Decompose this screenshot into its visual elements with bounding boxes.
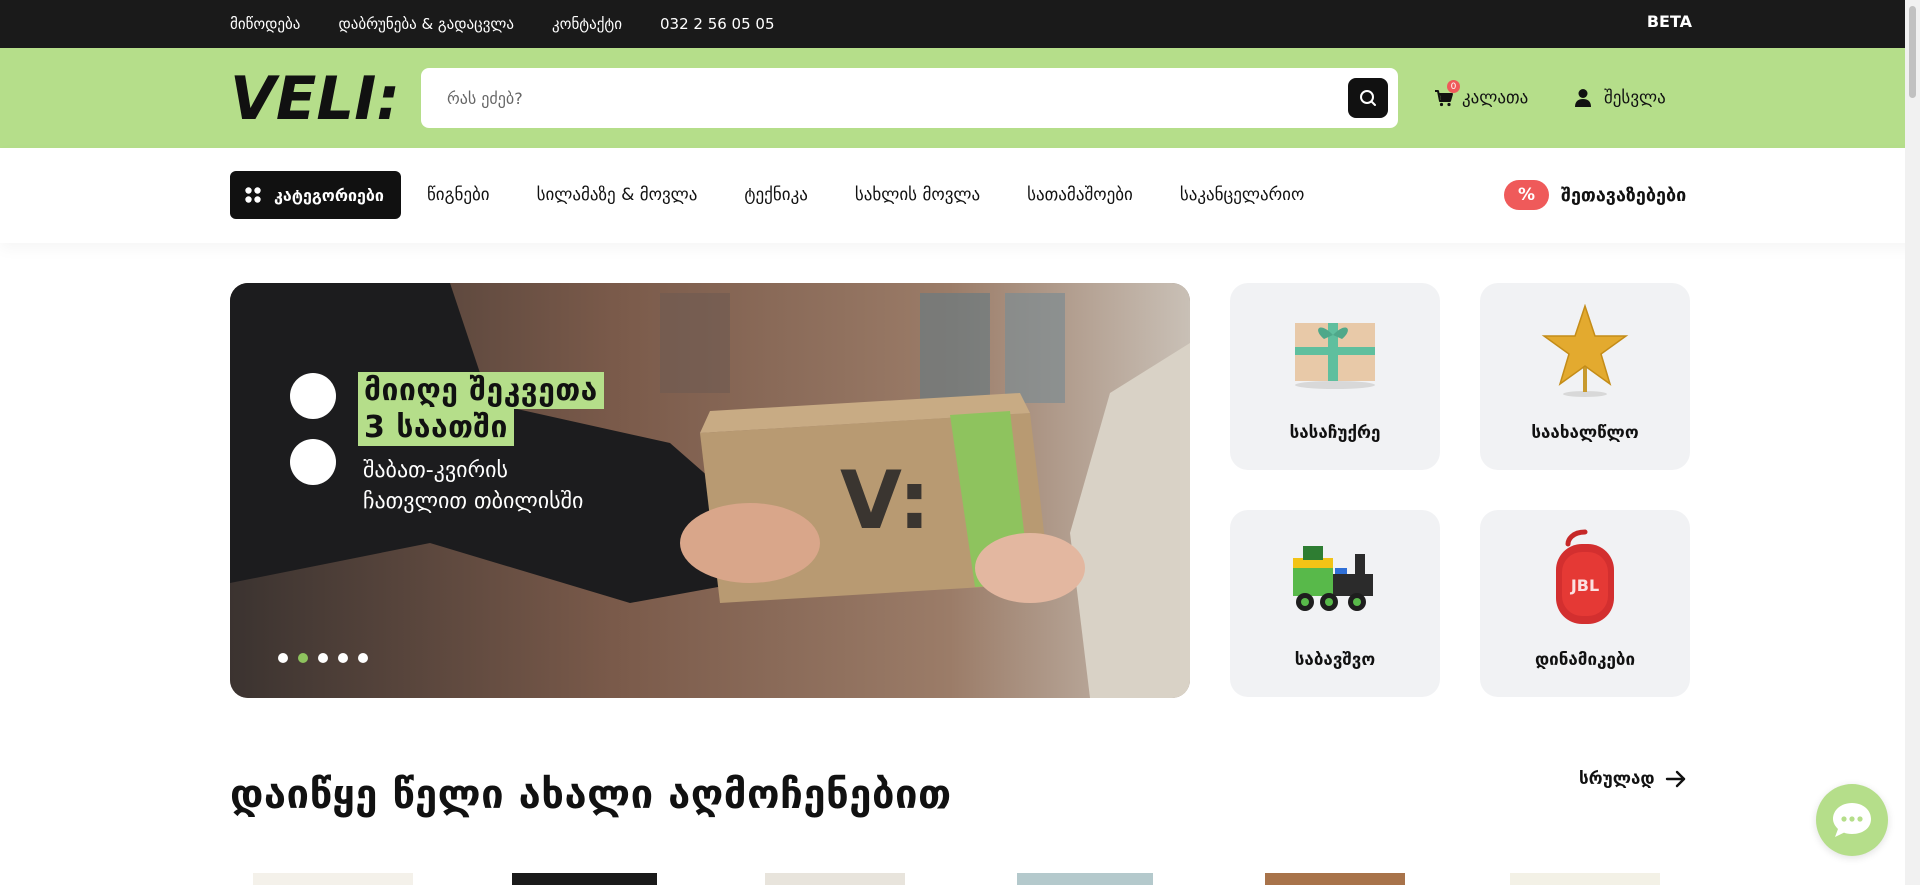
svg-text:VELI:: VELI: <box>230 70 400 126</box>
returns-link[interactable]: დაბრუნება & გადაცვლა <box>338 15 514 33</box>
hero-subtitle-line1: შაბათ-კვირის <box>363 458 508 483</box>
tile-speakers[interactable]: JBL დინამიკები <box>1480 510 1690 697</box>
nav-item-tech[interactable]: ტექნიკა <box>744 185 807 205</box>
svg-text:JBL: JBL <box>1570 576 1599 595</box>
carousel-dot-3[interactable] <box>318 653 328 663</box>
login-label: შესვლა <box>1604 88 1666 108</box>
deals-link[interactable]: % შეთავაზებები <box>1504 180 1686 210</box>
arrow-right-icon <box>1665 770 1685 788</box>
nav-item-home-care[interactable]: სახლის მოვლა <box>855 185 980 205</box>
search-input[interactable] <box>447 68 1327 128</box>
nav-item-toys[interactable]: სათამაშოები <box>1027 185 1133 205</box>
see-all-link[interactable]: სრულად <box>1579 769 1687 789</box>
categories-label: კატეგორიები <box>274 185 384 205</box>
deals-label: შეთავაზებები <box>1561 184 1687 206</box>
category-nav: კატეგორიები წიგნები სილამაზე & მოვლა ტექ… <box>0 148 1920 243</box>
tile-label: დინამიკები <box>1534 650 1636 670</box>
cart-count-badge: 0 <box>1447 80 1460 93</box>
page-scrollbar[interactable] <box>1905 0 1920 885</box>
header: VELI: 0 კალათა შესვლა <box>0 48 1920 148</box>
percent-icon: % <box>1504 180 1549 210</box>
product-card[interactable] <box>765 873 905 885</box>
user-icon <box>1575 89 1591 107</box>
tile-gifts[interactable]: სასაჩუქრე <box>1230 283 1440 470</box>
chat-bubble-icon <box>1833 803 1871 837</box>
search-bar <box>421 68 1398 128</box>
star-icon <box>1541 303 1629 397</box>
cart-label: კალათა <box>1462 88 1529 108</box>
toy-train-icon <box>1293 545 1373 611</box>
carousel-dot-5[interactable] <box>358 653 368 663</box>
hero-banner[interactable]: V: მიიღე შეკვეთა 3 საათში შაბათ-კვირის ჩ… <box>230 283 1190 698</box>
hero-headline-line1: მიიღე შეკვეთა <box>358 372 604 409</box>
tile-label: სასაჩუქრე <box>1289 423 1381 443</box>
tile-kids[interactable]: საბავშვო <box>1230 510 1440 697</box>
tile-new-year[interactable]: საახალწლო <box>1480 283 1690 470</box>
nav-item-books[interactable]: წიგნები <box>427 185 490 205</box>
svg-text:V:: V: <box>840 454 930 547</box>
see-all-label: სრულად <box>1579 769 1655 789</box>
logo[interactable]: VELI: <box>230 64 406 134</box>
tile-label: საახალწლო <box>1531 423 1639 443</box>
speaker-icon: JBL <box>1556 529 1614 624</box>
chat-button[interactable] <box>1816 784 1888 856</box>
grid-icon <box>245 187 261 203</box>
scrollbar-thumb[interactable] <box>1909 6 1916 98</box>
carousel-dot-4[interactable] <box>338 653 348 663</box>
phone-link[interactable]: 032 2 56 05 05 <box>660 15 775 33</box>
banner-dot-top <box>290 373 336 419</box>
carousel-dots <box>278 653 368 663</box>
search-button[interactable] <box>1348 78 1388 118</box>
hero-subtitle: შაბათ-კვირის ჩათვლით თბილისში <box>363 455 583 517</box>
product-card[interactable] <box>1265 873 1405 885</box>
section-title: დაიწყე წელი ახალი აღმოჩენებით <box>230 772 952 818</box>
logo-icon: VELI: <box>230 64 400 134</box>
delivery-link[interactable]: მიწოდება <box>230 15 300 33</box>
banner-dot-bottom <box>290 439 336 485</box>
search-icon <box>1360 90 1376 106</box>
cart-button[interactable]: 0 კალათა <box>1434 80 1529 112</box>
category-links: წიგნები სილამაზე & მოვლა ტექნიკა სახლის … <box>427 171 1304 219</box>
hero-headline: მიიღე შეკვეთა 3 საათში <box>358 372 604 446</box>
carousel-dot-2[interactable] <box>298 653 308 663</box>
beta-badge: BETA <box>1646 12 1692 31</box>
hero-headline-line2: 3 საათში <box>358 409 514 446</box>
carousel-dot-1[interactable] <box>278 653 288 663</box>
tile-label: საბავშვო <box>1294 650 1376 670</box>
top-links: მიწოდება დაბრუნება & გადაცვლა კონტაქტი 0… <box>230 0 775 48</box>
product-card[interactable] <box>512 873 657 885</box>
nav-item-stationery[interactable]: საკანცელარიო <box>1180 185 1304 205</box>
hero-subtitle-line2: ჩათვლით თბილისში <box>363 489 584 514</box>
gift-box-icon <box>1295 323 1375 389</box>
product-card[interactable] <box>1017 873 1153 885</box>
contact-link[interactable]: კონტაქტი <box>552 15 622 33</box>
nav-item-beauty[interactable]: სილამაზე & მოვლა <box>537 185 698 205</box>
product-card[interactable] <box>1510 873 1660 885</box>
categories-button[interactable]: კატეგორიები <box>230 171 401 219</box>
product-card[interactable] <box>253 873 413 885</box>
login-button[interactable]: შესვლა <box>1574 84 1666 112</box>
top-bar: მიწოდება დაბრუნება & გადაცვლა კონტაქტი 0… <box>0 0 1920 48</box>
